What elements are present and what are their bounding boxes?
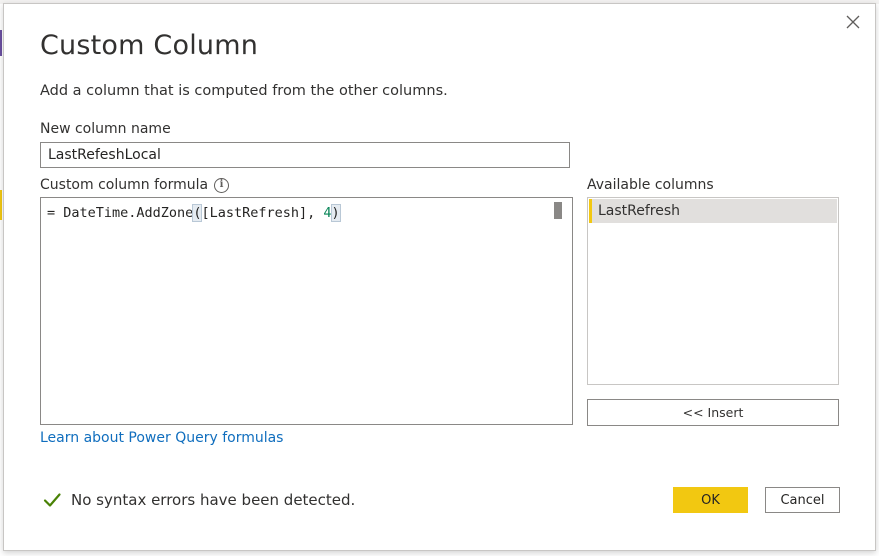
dialog-title: Custom Column: [40, 30, 259, 61]
formula-prefix: = DateTime.AddZone: [47, 205, 194, 221]
available-columns-list[interactable]: LastRefresh: [587, 197, 839, 385]
formula-argument: [LastRefresh],: [201, 205, 324, 221]
info-icon[interactable]: i: [214, 177, 230, 193]
ok-button[interactable]: OK: [673, 487, 748, 513]
cancel-button[interactable]: Cancel: [765, 487, 840, 513]
insert-button[interactable]: << Insert: [587, 399, 839, 426]
formula-label-row: Custom column formula i: [40, 177, 230, 193]
close-icon: [846, 15, 860, 29]
formula-text[interactable]: = DateTime.AddZone([LastRefresh], 4): [47, 204, 341, 222]
learn-power-query-link[interactable]: Learn about Power Query formulas: [40, 430, 283, 446]
app-background: Custom Column Add a column that is compu…: [0, 0, 879, 556]
formula-number: 4: [323, 205, 332, 221]
background-accent: [0, 30, 2, 56]
formula-editor[interactable]: = DateTime.AddZone([LastRefresh], 4): [40, 197, 573, 425]
dialog-subtitle: Add a column that is computed from the o…: [40, 83, 448, 99]
formula-scrollbar[interactable]: [554, 202, 562, 219]
close-button[interactable]: [843, 12, 863, 32]
new-column-name-label: New column name: [40, 121, 171, 137]
background-accent-yellow: [0, 190, 2, 220]
check-icon: [43, 493, 61, 507]
new-column-name-input[interactable]: [40, 142, 570, 168]
custom-column-dialog: Custom Column Add a column that is compu…: [3, 3, 876, 551]
syntax-status-text: No syntax errors have been detected.: [71, 491, 356, 509]
list-item[interactable]: LastRefresh: [589, 199, 837, 223]
syntax-status: No syntax errors have been detected.: [42, 490, 355, 510]
available-columns-label: Available columns: [587, 177, 714, 193]
formula-close-paren: ): [330, 204, 341, 222]
custom-column-formula-label: Custom column formula: [40, 177, 209, 193]
